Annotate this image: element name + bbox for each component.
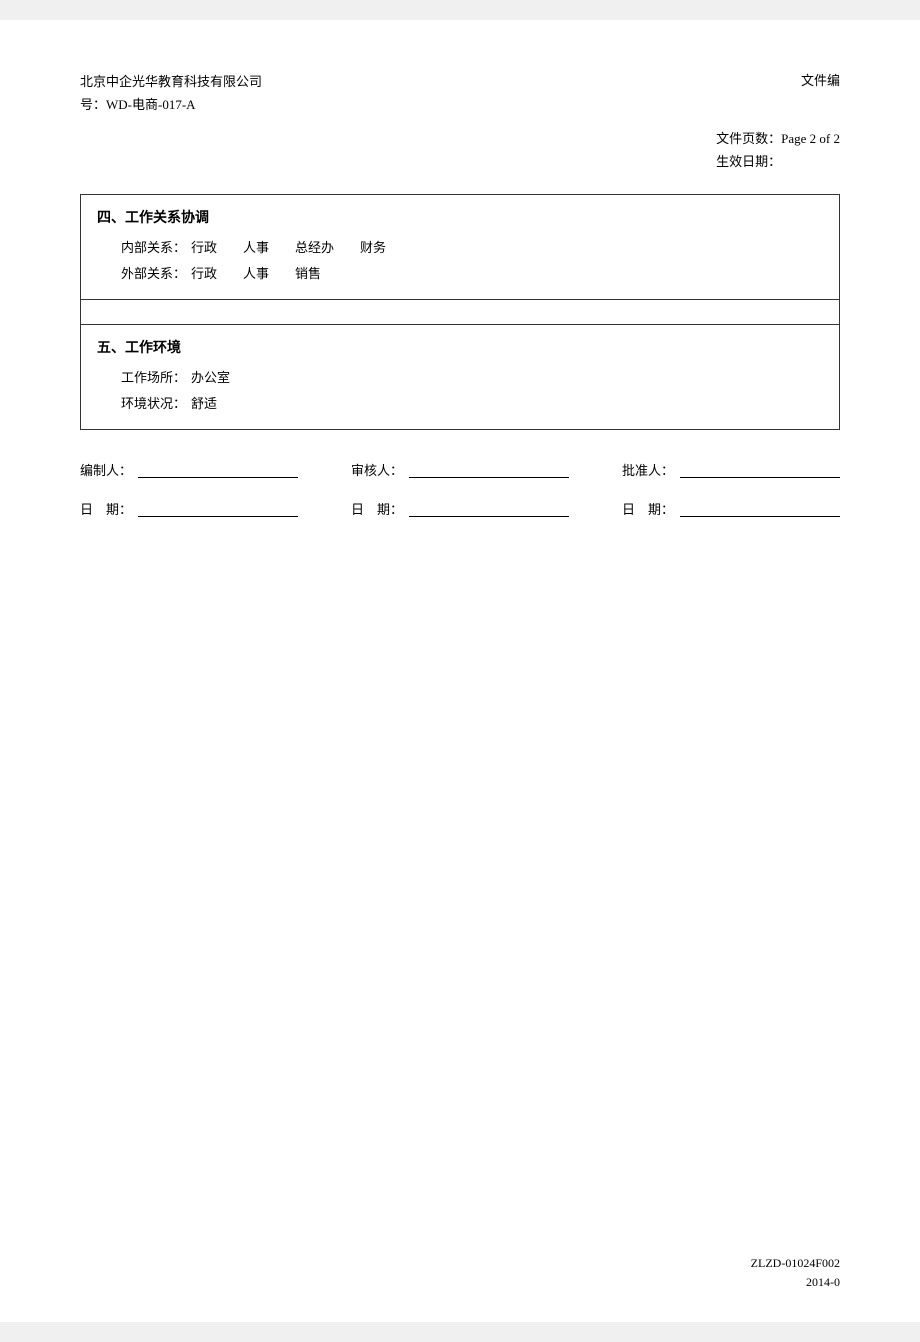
meta-section: 文件页数：Page 2 of 2 生效日期： (80, 127, 840, 174)
header-right: 文件编 (801, 70, 840, 89)
approver-signature: 批准人： (622, 460, 840, 479)
section4-cell: 四、工作关系协调 内部关系： 行政 人事 总经办 财务 外部关系： 行政 人事 … (81, 194, 840, 299)
document-page: 北京中企光华教育科技有限公司 号：WD-电商-017-A 文件编 文件页数：Pa… (0, 20, 920, 1322)
editor-line (138, 460, 298, 478)
editor-date: 日 期： (80, 499, 298, 518)
main-table: 四、工作关系协调 内部关系： 行政 人事 总经办 财务 外部关系： 行政 人事 … (80, 194, 840, 430)
company-line2: 号：WD-电商-017-A (80, 93, 262, 116)
signature-section: 编制人： 审核人： 批准人： 日 期： 日 期： 日 期： (80, 460, 840, 518)
section4-title: 四、工作关系协调 (97, 207, 823, 227)
editor-signature: 编制人： (80, 460, 298, 479)
section4-label1: 内部关系： (121, 235, 191, 261)
reviewer-date: 日 期： (351, 499, 569, 518)
effective-info: 生效日期： (716, 150, 840, 173)
section5-content: 工作场所： 办公室 环境状况： 舒适 (97, 365, 823, 417)
reviewer-date-label: 日 期： (351, 499, 403, 518)
editor-label: 编制人： (80, 460, 132, 479)
editor-date-label: 日 期： (80, 499, 132, 518)
reviewer-label: 审核人： (351, 460, 403, 479)
page-info: 文件页数：Page 2 of 2 (716, 127, 840, 150)
section4-value1: 行政 人事 总经办 财务 (191, 235, 386, 261)
footer-ref-line1: ZLZD-01024F002 (751, 1254, 840, 1273)
company-line1: 北京中企光华教育科技有限公司 (80, 70, 262, 93)
footer-ref-line2: 2014-0 (751, 1273, 840, 1292)
section5-value2: 舒适 (191, 391, 217, 417)
section5-row1: 工作场所： 办公室 (121, 365, 823, 391)
signature-row1: 编制人： 审核人： 批准人： (80, 460, 840, 479)
page-value: Page 2 of 2 (781, 131, 840, 146)
approver-line (680, 460, 840, 478)
approver-date-line (680, 499, 840, 517)
section5-label2: 环境状况： (121, 391, 191, 417)
section5-value1: 办公室 (191, 365, 230, 391)
signature-row2: 日 期： 日 期： 日 期： (80, 499, 840, 518)
section5-title: 五、工作环境 (97, 337, 823, 357)
section4-row1: 内部关系： 行政 人事 总经办 财务 (121, 235, 823, 261)
table-row-section5: 五、工作环境 工作场所： 办公室 环境状况： 舒适 (81, 324, 840, 429)
reviewer-line (409, 460, 569, 478)
effective-label: 生效日期： (716, 154, 781, 169)
editor-date-line (138, 499, 298, 517)
section5-label1: 工作场所： (121, 365, 191, 391)
separator-cell (81, 299, 840, 324)
page-label: 文件页数： (716, 131, 781, 146)
doc-label: 文件编 (801, 70, 840, 89)
section4-row2: 外部关系： 行政 人事 销售 (121, 261, 823, 287)
table-row-section4: 四、工作关系协调 内部关系： 行政 人事 总经办 财务 外部关系： 行政 人事 … (81, 194, 840, 299)
section5-cell: 五、工作环境 工作场所： 办公室 环境状况： 舒适 (81, 324, 840, 429)
approver-date-label: 日 期： (622, 499, 674, 518)
table-row-separator (81, 299, 840, 324)
reviewer-date-line (409, 499, 569, 517)
section4-content: 内部关系： 行政 人事 总经办 财务 外部关系： 行政 人事 销售 (97, 235, 823, 287)
section5-row2: 环境状况： 舒适 (121, 391, 823, 417)
approver-date: 日 期： (622, 499, 840, 518)
header-section: 北京中企光华教育科技有限公司 号：WD-电商-017-A 文件编 (80, 70, 840, 117)
header-left: 北京中企光华教育科技有限公司 号：WD-电商-017-A (80, 70, 262, 117)
meta-block: 文件页数：Page 2 of 2 生效日期： (716, 127, 840, 174)
footer-reference: ZLZD-01024F002 2014-0 (751, 1254, 840, 1292)
section4-label2: 外部关系： (121, 261, 191, 287)
approver-label: 批准人： (622, 460, 674, 479)
section4-value2: 行政 人事 销售 (191, 261, 321, 287)
reviewer-signature: 审核人： (351, 460, 569, 479)
